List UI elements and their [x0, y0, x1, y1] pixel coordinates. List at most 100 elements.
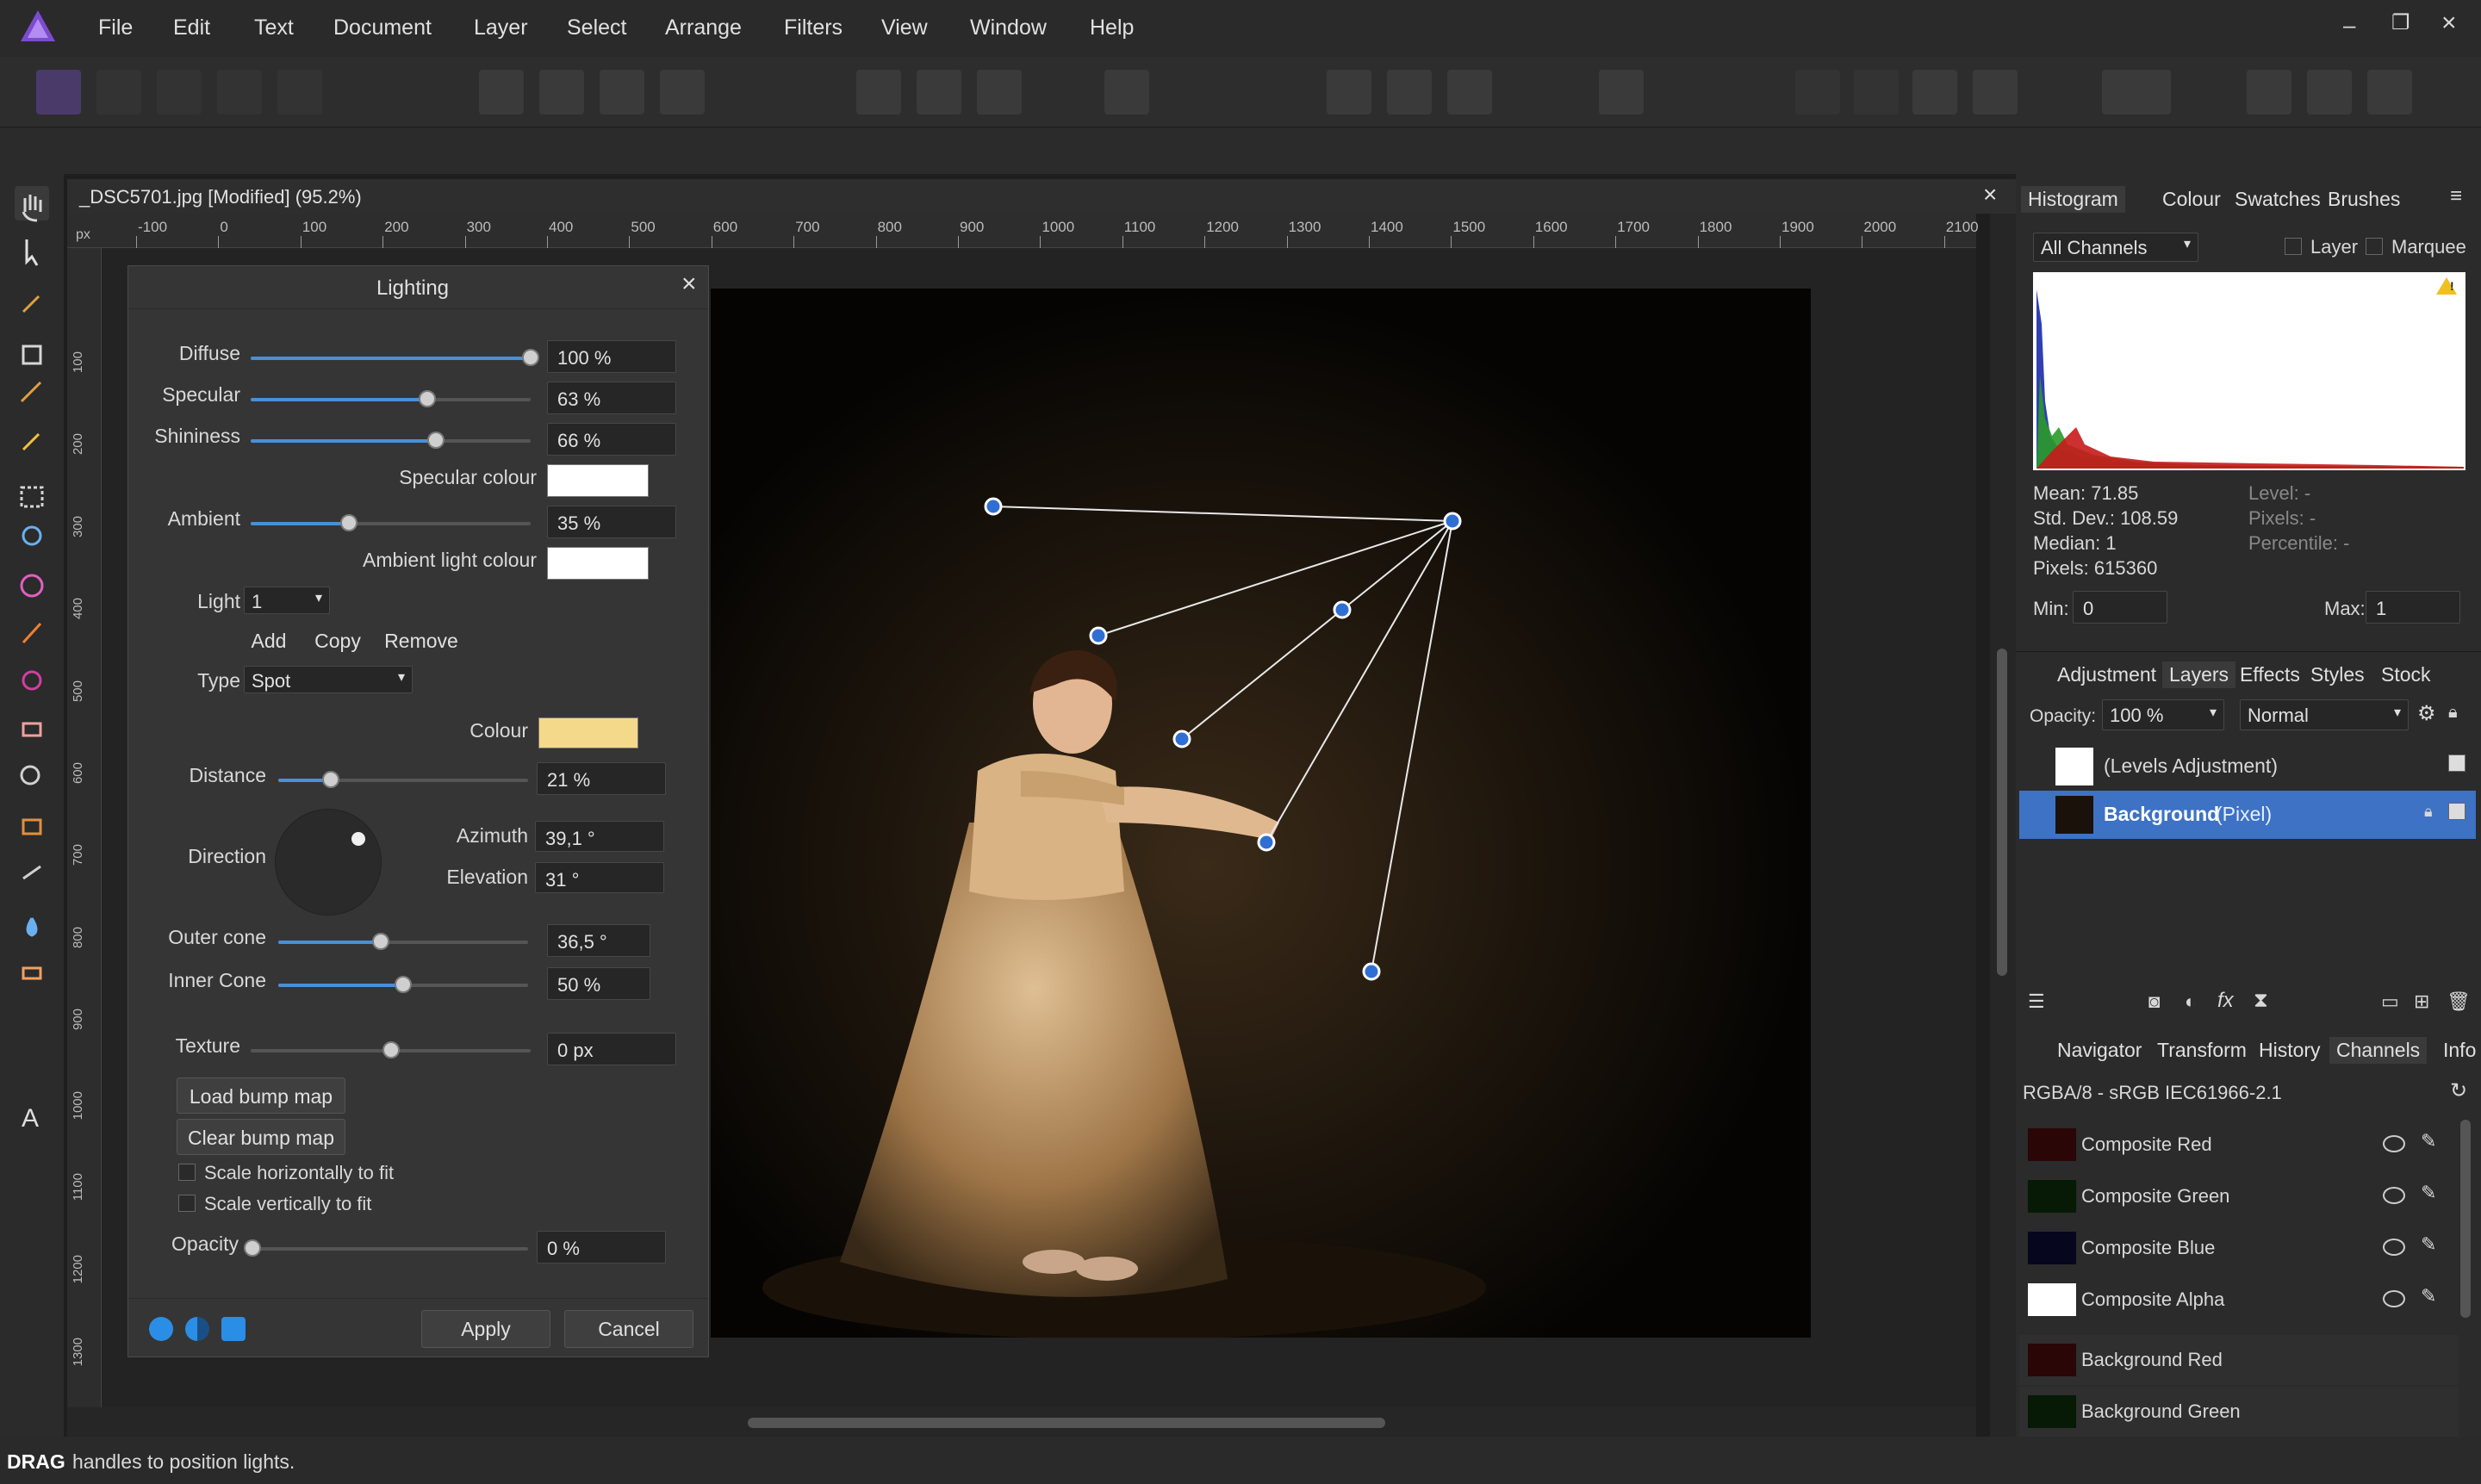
opacity-field[interactable]: 0 %: [537, 1231, 666, 1264]
tone-mapping-persona-icon[interactable]: [217, 70, 262, 115]
assistant-icon[interactable]: [1599, 70, 1644, 115]
layer-checkbox[interactable]: [2285, 238, 2302, 255]
channel-row[interactable]: Composite Green ✎: [2019, 1171, 2459, 1221]
arrange-front-icon[interactable]: [1973, 70, 2018, 115]
tab-history[interactable]: History: [2259, 1039, 2321, 1062]
shininess-field[interactable]: 66 %: [547, 423, 676, 456]
tab-histogram[interactable]: Histogram: [2021, 186, 2125, 213]
diffuse-slider[interactable]: [251, 349, 539, 366]
pen-tool-icon[interactable]: [15, 1008, 49, 1042]
ambient-field[interactable]: 35 %: [547, 506, 676, 538]
layer-visibility-checkbox[interactable]: [2448, 754, 2465, 772]
develop-persona-icon[interactable]: [157, 70, 202, 115]
arrange-forward-icon[interactable]: [1912, 70, 1957, 115]
affinity-logo-icon[interactable]: [19, 9, 57, 43]
menu-edit[interactable]: Edit: [173, 16, 210, 40]
lock-icon[interactable]: 🔒︎: [2424, 803, 2433, 821]
light-select[interactable]: 1 ▾: [244, 587, 330, 614]
edit-pencil-icon[interactable]: ✎: [2421, 1130, 2436, 1152]
shape-tool-icon[interactable]: [15, 1056, 49, 1090]
ambient-slider[interactable]: [251, 514, 531, 531]
opacity-slider-knob[interactable]: [244, 1239, 261, 1257]
edit-pencil-icon[interactable]: ✎: [2421, 1233, 2436, 1256]
layer-row-levels[interactable]: (Levels Adjustment): [2019, 742, 2476, 791]
marquee-select-icon[interactable]: [856, 70, 901, 115]
menu-filters[interactable]: Filters: [784, 16, 843, 40]
diffuse-slider-knob[interactable]: [522, 349, 539, 366]
specular-slider[interactable]: [251, 390, 531, 407]
snapping-toggle-icon[interactable]: [1387, 70, 1432, 115]
diffuse-field[interactable]: 100 %: [547, 340, 676, 373]
vertical-ruler[interactable]: 100 200 300 400 500 600 700 800 900 1000 1100 1200 1…: [67, 248, 102, 1407]
apply-button[interactable]: Apply: [421, 1310, 550, 1348]
menu-select[interactable]: Select: [567, 16, 626, 40]
menu-view[interactable]: View: [881, 16, 928, 40]
photo-persona-icon[interactable]: [36, 70, 81, 115]
texture-slider[interactable]: [251, 1041, 531, 1059]
horizontal-scroll-thumb[interactable]: [748, 1418, 1385, 1428]
layers-stack-icon[interactable]: ☰: [2028, 990, 2045, 1013]
dialog-titlebar[interactable]: Lighting ×: [128, 266, 708, 309]
auto-contrast-icon[interactable]: [539, 70, 584, 115]
eye-icon[interactable]: [2383, 1239, 2405, 1256]
lock-icon[interactable]: 🔒︎: [2448, 703, 2458, 723]
tab-info[interactable]: Info: [2443, 1039, 2476, 1062]
restore-icon[interactable]: ❐: [2391, 10, 2410, 35]
light-colour-swatch[interactable]: [538, 717, 638, 748]
channel-row[interactable]: Background Green: [2019, 1387, 2459, 1437]
quick-mask-icon[interactable]: [1104, 70, 1149, 115]
arrange-back-icon[interactable]: [1795, 70, 1840, 115]
inner-cone-slider[interactable]: [278, 976, 528, 993]
gear-icon[interactable]: ⚙: [2417, 701, 2436, 726]
histogram-graph[interactable]: !: [2033, 272, 2465, 470]
type-select[interactable]: Spot ▾: [244, 666, 413, 693]
edit-pencil-icon[interactable]: ✎: [2421, 1285, 2436, 1307]
outer-cone-slider-knob[interactable]: [371, 933, 389, 950]
auto-levels-icon[interactable]: [479, 70, 524, 115]
tab-stock[interactable]: Stock: [2381, 663, 2431, 686]
close-window-icon[interactable]: ×: [2441, 9, 2457, 38]
menu-window[interactable]: Window: [970, 16, 1047, 40]
tab-channels[interactable]: Channels: [2329, 1037, 2428, 1064]
blend-mode-select[interactable]: Normal ▾: [2240, 699, 2409, 730]
preview-full-icon[interactable]: [149, 1317, 173, 1341]
tab-brushes[interactable]: Brushes: [2328, 188, 2400, 211]
align-icon[interactable]: [2102, 70, 2171, 115]
direction-dial-handle[interactable]: [351, 832, 365, 846]
clear-bump-map-button[interactable]: Clear bump map: [177, 1119, 345, 1155]
deselect-icon[interactable]: [917, 70, 961, 115]
auto-white-balance-icon[interactable]: [660, 70, 705, 115]
panel-menu-icon[interactable]: ≡: [2450, 184, 2462, 208]
ambient-slider-knob[interactable]: [339, 514, 358, 531]
dialog-close-icon[interactable]: ×: [681, 270, 697, 299]
inner-cone-slider-knob[interactable]: [395, 976, 412, 993]
cancel-button[interactable]: Cancel: [564, 1310, 693, 1348]
tab-transform[interactable]: Transform: [2157, 1039, 2247, 1062]
direction-dial[interactable]: [275, 809, 382, 916]
texture-field[interactable]: 0 px: [547, 1033, 676, 1065]
tab-layers[interactable]: Layers: [2162, 661, 2236, 688]
specular-colour-swatch[interactable]: [547, 464, 649, 497]
shininess-slider[interactable]: [251, 432, 531, 449]
inner-cone-field[interactable]: 50 %: [547, 967, 650, 1000]
outer-cone-field[interactable]: 36,5 °: [547, 924, 650, 957]
max-field[interactable]: 1: [2366, 591, 2460, 624]
tab-effects[interactable]: Effects: [2240, 663, 2300, 686]
menu-arrange[interactable]: Arrange: [665, 16, 742, 40]
document-tab[interactable]: _DSC5701.jpg [Modified] (95.2%) ×: [67, 179, 2016, 214]
horizontal-ruler[interactable]: px -100 0 100 200 300 400 500 600 700 800 900 1000 1…: [67, 214, 1979, 248]
distance-field[interactable]: 21 %: [537, 762, 666, 795]
distance-slider-knob[interactable]: [321, 771, 339, 788]
menu-file[interactable]: File: [98, 16, 133, 40]
channel-select[interactable]: All Channels ▾: [2033, 233, 2198, 262]
invert-selection-icon[interactable]: [977, 70, 1022, 115]
menu-document[interactable]: Document: [333, 16, 432, 40]
edit-pencil-icon[interactable]: ✎: [2421, 1182, 2436, 1204]
azimuth-field[interactable]: 39,1 °: [535, 821, 664, 852]
add-shape-icon[interactable]: [2247, 70, 2291, 115]
layer-opacity-field[interactable]: 100 % ▾: [2102, 699, 2224, 730]
live-filter-icon[interactable]: ⧗: [2254, 989, 2268, 1013]
close-document-icon[interactable]: ×: [1983, 181, 1997, 208]
liquify-persona-icon[interactable]: [96, 70, 141, 115]
mesh-warp-tool-icon[interactable]: [15, 1152, 49, 1187]
